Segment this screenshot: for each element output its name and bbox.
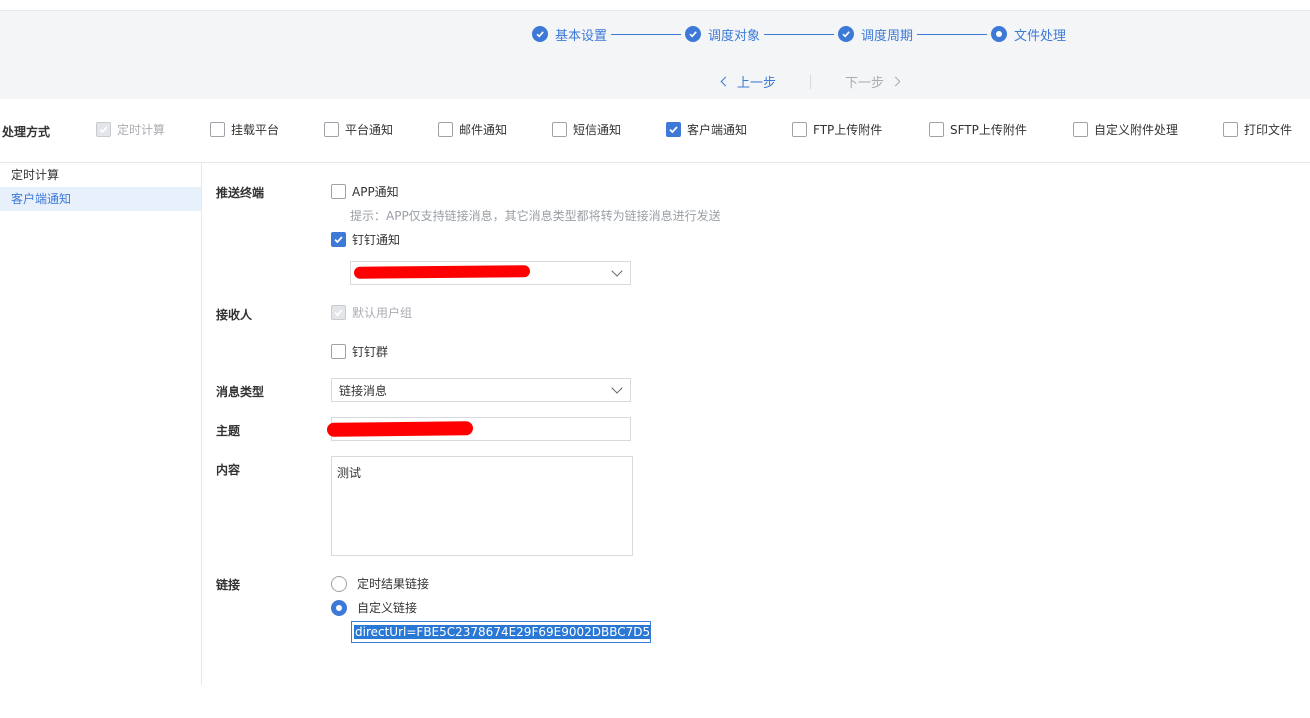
- checkbox-icon: [552, 122, 567, 137]
- chevron-down-icon: [611, 265, 623, 277]
- step-connector: [917, 33, 988, 35]
- checkbox-icon: [331, 184, 346, 199]
- checkbox-icon: [929, 122, 944, 137]
- next-step-button[interactable]: 下一步: [845, 72, 901, 91]
- method-sftp-upload[interactable]: SFTP上传附件: [929, 121, 1027, 138]
- method-label: 短信通知: [573, 123, 622, 137]
- checkbox-icon: [210, 122, 225, 137]
- link-option-label: 自定义链接: [357, 601, 418, 615]
- redaction-mark: [326, 421, 474, 437]
- dingtalk-notify-checkbox[interactable]: 钉钉通知: [331, 231, 400, 248]
- push-terminal-label: 推送终端: [216, 186, 265, 200]
- step-label: 调度周期: [861, 28, 914, 44]
- link-option-custom[interactable]: 自定义链接: [331, 599, 417, 616]
- method-mount-platform[interactable]: 挂载平台: [210, 121, 279, 138]
- methods-label: 处理方式: [2, 125, 51, 139]
- redaction-mark: [353, 265, 531, 279]
- radio-icon: [331, 575, 347, 592]
- step-connector: [764, 33, 835, 35]
- msg-type-value: 链接消息: [339, 383, 388, 398]
- sidebar-item-client-notify[interactable]: 客户端通知: [0, 187, 201, 211]
- method-label: SFTP上传附件: [950, 123, 1027, 137]
- step-basic-settings[interactable]: 基本设置: [532, 25, 607, 44]
- subject-label: 主题: [216, 424, 241, 438]
- content-label: 内容: [216, 463, 241, 477]
- method-label: 平台通知: [345, 123, 394, 137]
- sidebar: 定时计算 客户端通知: [0, 163, 202, 685]
- method-custom-attachment[interactable]: 自定义附件处理: [1073, 121, 1178, 138]
- link-option-label: 定时结果链接: [357, 577, 430, 591]
- receiver-label: 接收人: [216, 308, 253, 322]
- step-file-processing[interactable]: 文件处理: [991, 25, 1066, 44]
- app-notify-checkbox[interactable]: APP通知: [331, 183, 399, 200]
- method-label: 客户端通知: [687, 123, 748, 137]
- check-icon: [685, 26, 702, 42]
- content-textarea[interactable]: 测试: [331, 456, 633, 556]
- method-sms-notify[interactable]: 短信通知: [552, 121, 621, 138]
- chevron-right-icon: [890, 76, 901, 87]
- method-label: 定时计算: [117, 123, 166, 137]
- checkbox-icon: [1073, 122, 1088, 137]
- chevron-down-icon: [611, 382, 623, 394]
- link-label: 链接: [216, 578, 241, 592]
- checkbox-icon: [324, 122, 339, 137]
- radio-selected-icon: [331, 599, 347, 616]
- checkbox-checked-icon: [331, 305, 346, 320]
- msg-type-select[interactable]: 链接消息: [331, 378, 631, 402]
- checkbox-icon: [1223, 122, 1238, 137]
- prev-step-button[interactable]: 上一步: [720, 72, 777, 91]
- default-group-checkbox[interactable]: 默认用户组: [331, 304, 412, 321]
- method-label: 邮件通知: [459, 123, 508, 137]
- method-email-notify[interactable]: 邮件通知: [438, 121, 507, 138]
- chevron-left-icon: [720, 76, 731, 87]
- checkbox-icon: [331, 344, 346, 359]
- checkbox-checked-icon: [96, 122, 111, 137]
- stepper: 基本设置 调度对象 调度周期 文件处理: [532, 25, 1066, 44]
- method-ftp-upload[interactable]: FTP上传附件: [792, 121, 882, 138]
- check-icon: [838, 26, 855, 42]
- link-option-timed-result[interactable]: 定时结果链接: [331, 575, 429, 592]
- method-timed-calc[interactable]: 定时计算: [96, 121, 165, 138]
- step-label: 文件处理: [1014, 28, 1067, 44]
- checkbox-checked-icon: [666, 122, 681, 137]
- step-schedule-object[interactable]: 调度对象: [685, 25, 760, 44]
- pager: 上一步 下一步: [720, 72, 901, 91]
- method-client-notify[interactable]: 客户端通知: [666, 121, 747, 138]
- method-label: 打印文件: [1244, 123, 1293, 137]
- checkbox-checked-icon: [331, 232, 346, 247]
- check-icon: [532, 26, 548, 42]
- processing-methods: 处理方式 定时计算 挂载平台 平台通知 邮件通知 短信通知 客户端通知 FTP上…: [0, 99, 1310, 163]
- dingtalk-group-label: 钉钉群: [352, 345, 389, 359]
- method-label: 挂载平台: [231, 123, 280, 137]
- sidebar-item-timed-calc[interactable]: 定时计算: [0, 163, 201, 187]
- checkbox-icon: [438, 122, 453, 137]
- msg-type-label: 消息类型: [216, 385, 265, 399]
- step-label: 基本设置: [555, 28, 608, 44]
- prev-step-label: 上一步: [737, 76, 777, 91]
- app-notify-label: APP通知: [352, 185, 399, 199]
- checkbox-icon: [792, 122, 807, 137]
- custom-link-value: directUrl=FBE5C2378674E29F69E9002DBBC7D5…: [354, 625, 650, 639]
- step-connector: [611, 33, 682, 35]
- current-step-icon: [991, 26, 1008, 42]
- dingtalk-group-checkbox[interactable]: 钉钉群: [331, 343, 388, 360]
- method-print-file[interactable]: 打印文件: [1223, 121, 1292, 138]
- default-group-label: 默认用户组: [352, 306, 413, 320]
- method-label: FTP上传附件: [813, 123, 883, 137]
- custom-link-input[interactable]: directUrl=FBE5C2378674E29F69E9002DBBC7D5…: [351, 621, 651, 643]
- dingtalk-notify-label: 钉钉通知: [352, 233, 401, 247]
- top-band: [0, 10, 1310, 99]
- step-label: 调度对象: [708, 28, 761, 44]
- pager-divider: [810, 74, 812, 89]
- method-platform-notify[interactable]: 平台通知: [324, 121, 393, 138]
- next-step-label: 下一步: [845, 76, 885, 91]
- step-schedule-period[interactable]: 调度周期: [838, 25, 913, 44]
- app-notify-hint: 提示：APP仅支持链接消息，其它消息类型都将转为链接消息进行发送: [350, 209, 721, 223]
- method-label: 自定义附件处理: [1094, 123, 1179, 137]
